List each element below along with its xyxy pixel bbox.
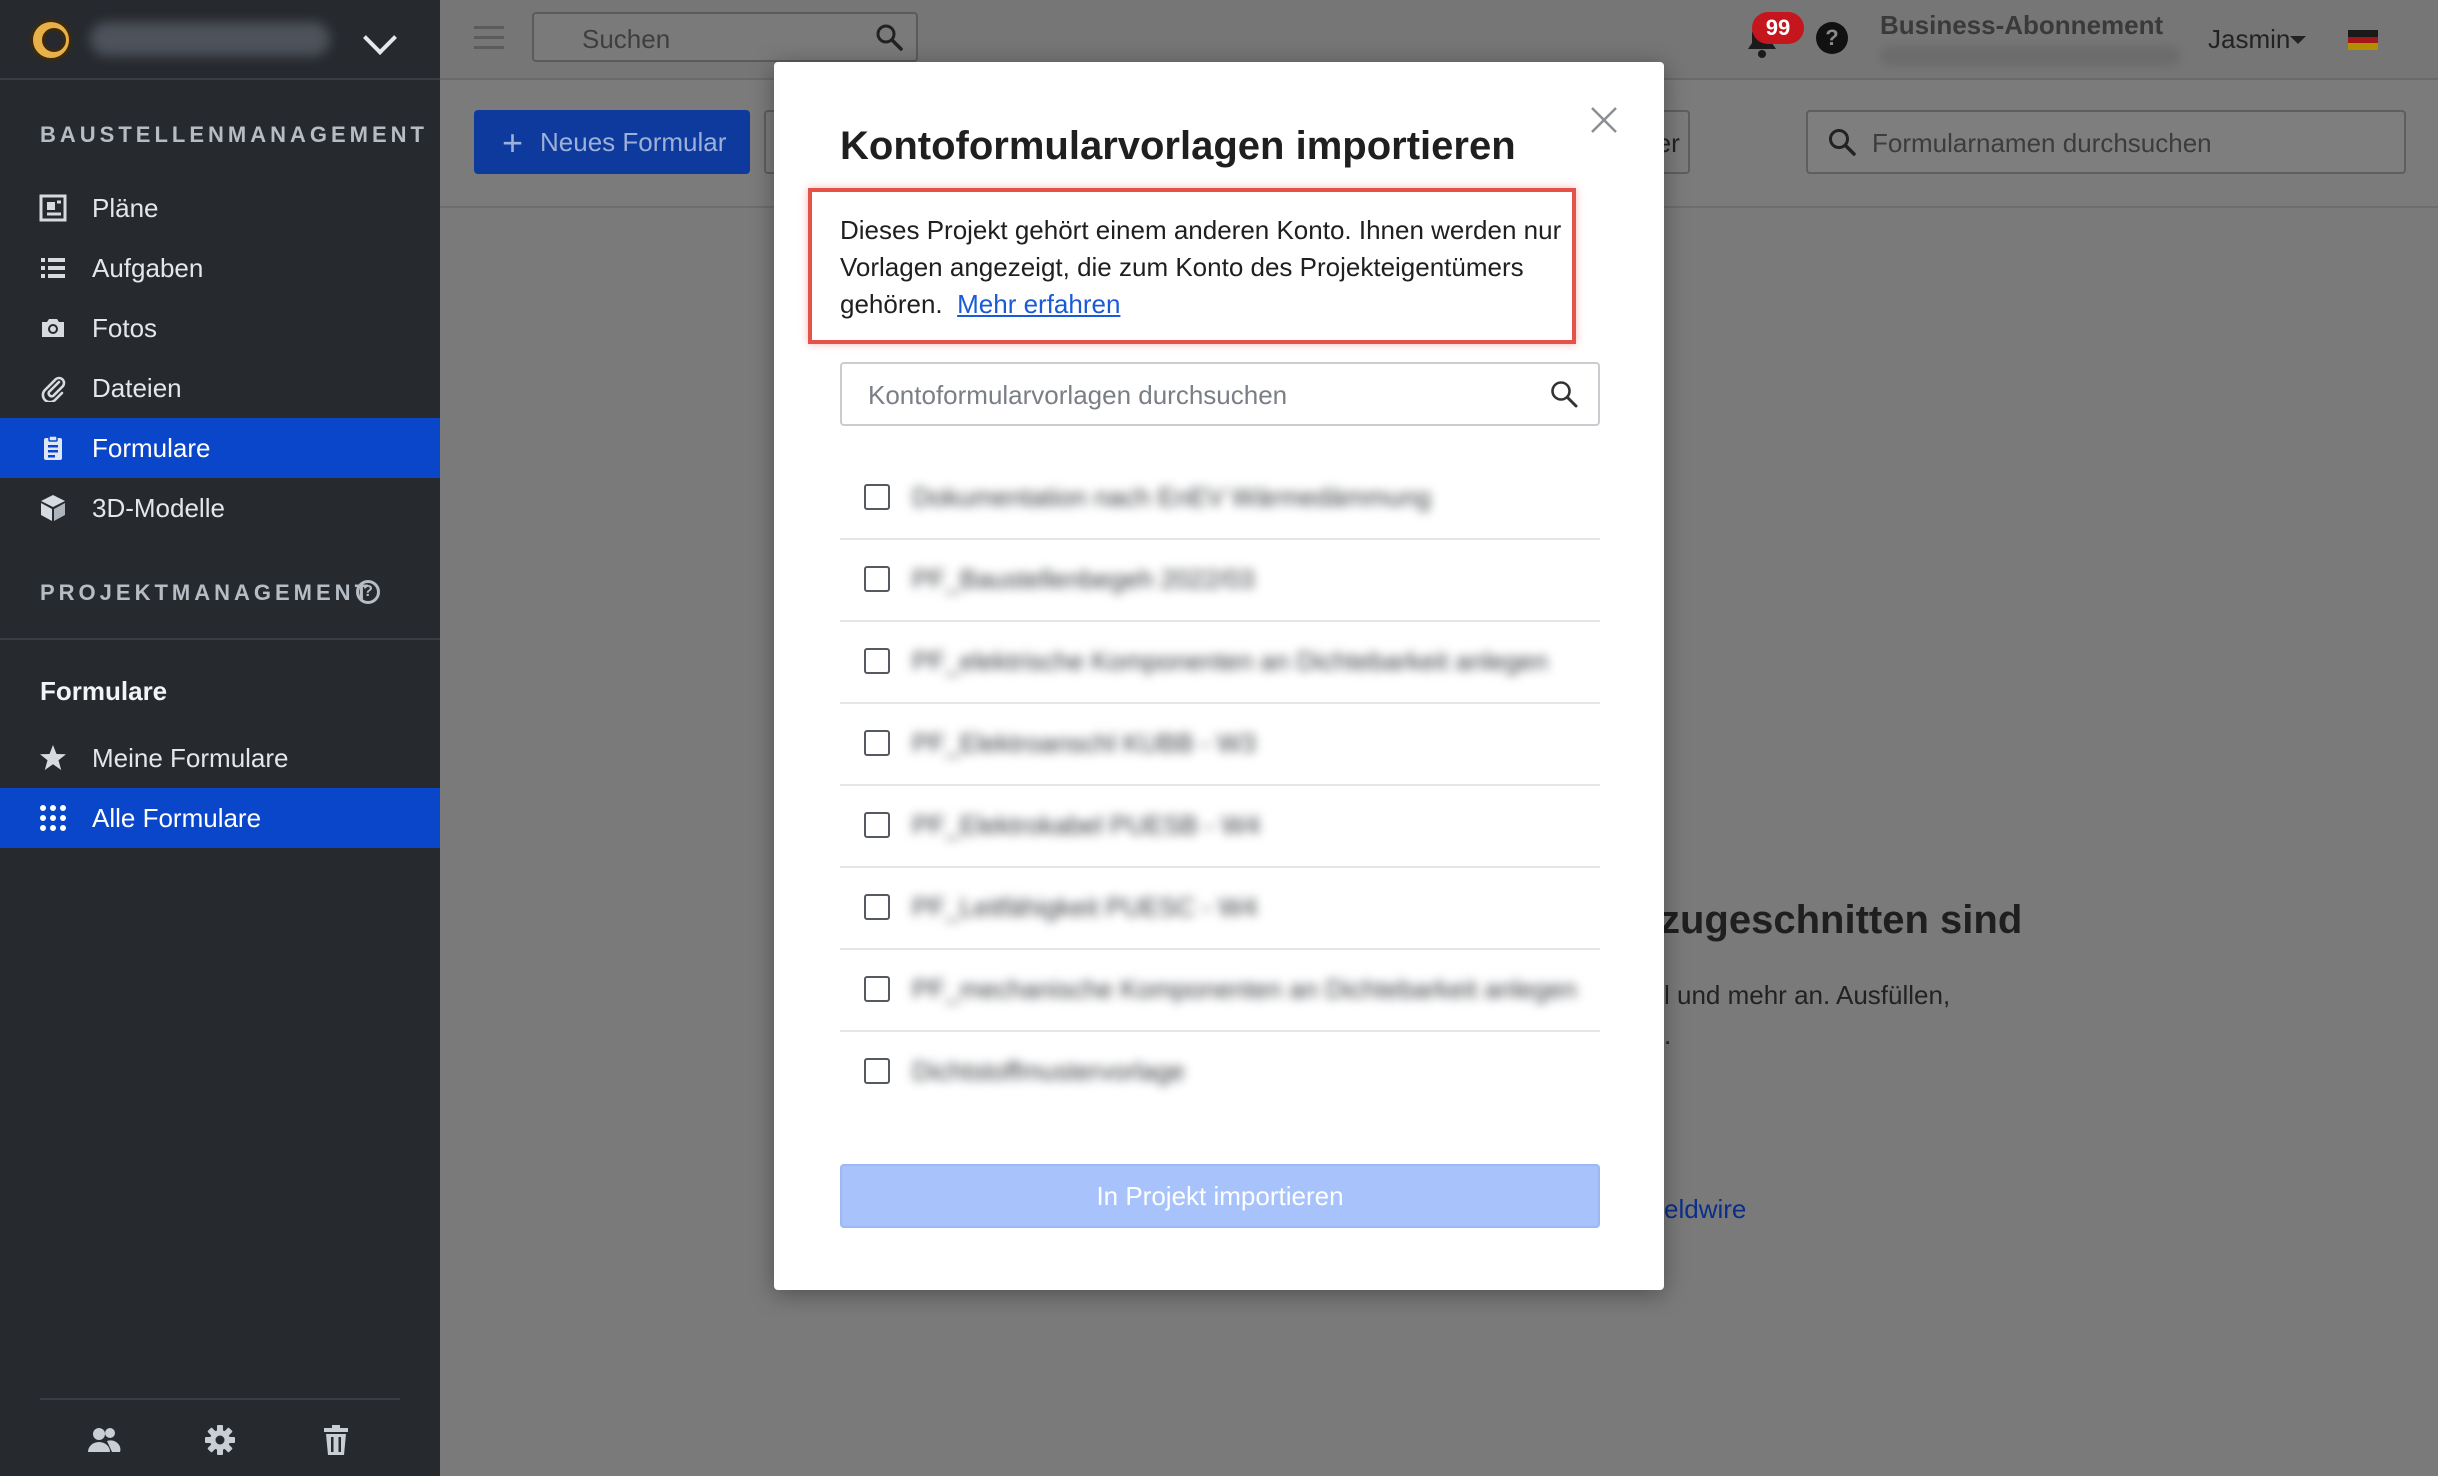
empty-state-text: . [1664, 1020, 1672, 1050]
gear-icon[interactable] [200, 1420, 240, 1460]
sidebar-item-forms[interactable]: Formulare [0, 418, 440, 478]
template-name: Dokumentation nach EnEV Wärmedämmung [912, 482, 1431, 512]
account-email-blurred [1880, 46, 2180, 66]
sidebar-item-files[interactable]: Dateien [0, 358, 440, 418]
plans-icon [38, 193, 68, 223]
form-name-search-placeholder: Formularnamen durchsuchen [1872, 128, 2212, 158]
german-flag-icon[interactable] [2348, 30, 2378, 50]
form-name-search-input[interactable]: Formularnamen durchsuchen [1806, 110, 2406, 174]
sidebar-item-label: Pläne [92, 192, 159, 223]
plus-icon: + [502, 122, 524, 163]
trash-icon[interactable] [316, 1420, 356, 1460]
caret-down-icon[interactable] [2290, 36, 2306, 44]
sidebar-item-label: Aufgaben [92, 252, 204, 283]
template-checkbox[interactable] [864, 812, 890, 838]
cube-icon [38, 493, 68, 523]
sidebar-item-label: 3D-Modelle [92, 492, 225, 523]
camera-icon [38, 313, 68, 343]
global-search-input[interactable]: Suchen [532, 12, 918, 62]
import-templates-dialog: Kontoformularvorlagen importieren Dieses… [774, 62, 1664, 1290]
empty-state-link[interactable]: eldwire [1664, 1194, 1746, 1225]
template-row[interactable]: PF_Elektrokabel PUESB - W4 [840, 786, 1600, 868]
close-icon[interactable] [1588, 104, 1620, 136]
hamburger-menu-icon[interactable] [474, 26, 504, 50]
sidebar-item-all-forms[interactable]: Alle Formulare [0, 788, 440, 848]
section-title-project-management: PROJEKTMANAGEMENT [40, 580, 373, 605]
notice-text: Dieses Projekt gehört einem anderen Kont… [840, 215, 1562, 319]
project-switcher[interactable] [0, 0, 440, 80]
template-row[interactable]: PF_Elektroanschl KUBB - W3 [840, 704, 1600, 786]
help-icon[interactable]: ? [1816, 22, 1848, 54]
template-checkbox[interactable] [864, 648, 890, 674]
search-icon [1829, 129, 1856, 156]
account-ownership-notice: Dieses Projekt gehört einem anderen Kont… [808, 188, 1576, 344]
template-name: PF_Elektrokabel PUESB - W4 [912, 810, 1261, 840]
sidebar-item-my-forms[interactable]: Meine Formulare [0, 728, 440, 788]
sidebar-item-label: Fotos [92, 312, 158, 343]
help-circle-icon[interactable]: ? [356, 580, 380, 604]
forms-section-title: Formulare [40, 676, 168, 706]
tasks-list-icon [38, 253, 68, 283]
template-name: PF_Elektroanschl KUBB - W3 [912, 728, 1256, 758]
learn-more-link[interactable]: Mehr erfahren [957, 289, 1120, 319]
template-name: PF_mechanische Komponenten an Dichtebark… [912, 974, 1577, 1004]
template-name: PF_Leitfähigkeit PUESC - W4 [912, 892, 1258, 922]
template-row[interactable]: Dichtstoffmustervorlage [840, 1032, 1600, 1112]
sidebar-item-label: Alle Formulare [92, 802, 262, 833]
new-form-label: Neues Formular [540, 126, 727, 157]
template-row[interactable]: PF_Leitfähigkeit PUESC - W4 [840, 868, 1600, 950]
sidebar-item-tasks[interactable]: Aufgaben [0, 238, 440, 298]
template-row[interactable]: PF_mechanische Komponenten an Dichtebark… [840, 950, 1600, 1032]
chevron-down-icon[interactable] [363, 21, 397, 55]
template-checkbox[interactable] [864, 894, 890, 920]
template-name: PF_Baustellenbegeh 2022/03 [912, 564, 1255, 594]
section-title-site-management: BAUSTELLENMANAGEMENT [40, 122, 428, 147]
sidebar-bottom-divider [40, 1398, 400, 1400]
template-row[interactable]: Dokumentation nach EnEV Wärmedämmung [840, 458, 1600, 540]
template-checkbox[interactable] [864, 1058, 890, 1084]
sidebar-item-plans[interactable]: Pläne [0, 178, 440, 238]
sidebar-divider [0, 638, 440, 640]
template-checkbox[interactable] [864, 730, 890, 756]
template-name: Dichtstoffmustervorlage [912, 1056, 1185, 1086]
sidebar-item-3d-models[interactable]: 3D-Modelle [0, 478, 440, 538]
clipboard-icon [38, 433, 68, 463]
notice-text-block: Dieses Projekt gehört einem anderen Kont… [840, 212, 1570, 323]
dialog-title: Kontoformularvorlagen importieren [840, 124, 1516, 168]
template-list: Dokumentation nach EnEV Wärmedämmung PF_… [840, 458, 1600, 1112]
subscription-plan-label: Business-Abonnement [1880, 10, 2164, 40]
search-icon [1551, 381, 1578, 408]
empty-state-text: l und mehr an. Ausfüllen, [1664, 980, 1951, 1010]
new-form-button[interactable]: + Neues Formular [474, 110, 750, 174]
paperclip-icon [38, 373, 68, 403]
user-menu[interactable]: Jasmin [2208, 24, 2290, 55]
template-search-field[interactable] [840, 362, 1600, 426]
people-icon[interactable] [84, 1420, 124, 1460]
template-checkbox[interactable] [864, 484, 890, 510]
sidebar-item-label: Formulare [92, 432, 211, 463]
template-search-input[interactable] [866, 378, 1530, 412]
template-name: PF_elektrische Komponenten an Dichtebark… [912, 646, 1548, 676]
sidebar-item-photos[interactable]: Fotos [0, 298, 440, 358]
project-name-blurred [90, 22, 330, 56]
global-search-placeholder: Suchen [582, 24, 671, 54]
template-row[interactable]: PF_Baustellenbegeh 2022/03 [840, 540, 1600, 622]
template-checkbox[interactable] [864, 566, 890, 592]
sidebar: BAUSTELLENMANAGEMENT Pläne Aufgaben Foto… [0, 0, 440, 1476]
template-row[interactable]: PF_elektrische Komponenten an Dichtebark… [840, 622, 1600, 704]
empty-state-heading: zugeschnitten sind [1660, 898, 2023, 942]
project-logo-icon [30, 19, 72, 61]
template-checkbox[interactable] [864, 976, 890, 1002]
sidebar-item-label: Dateien [92, 372, 182, 403]
import-into-project-button[interactable]: In Projekt importieren [840, 1164, 1600, 1228]
star-icon [38, 743, 68, 773]
search-icon [876, 24, 903, 51]
sidebar-item-label: Meine Formulare [92, 742, 289, 773]
grid-dots-icon [38, 803, 68, 833]
notification-count-badge: 99 [1752, 12, 1804, 44]
